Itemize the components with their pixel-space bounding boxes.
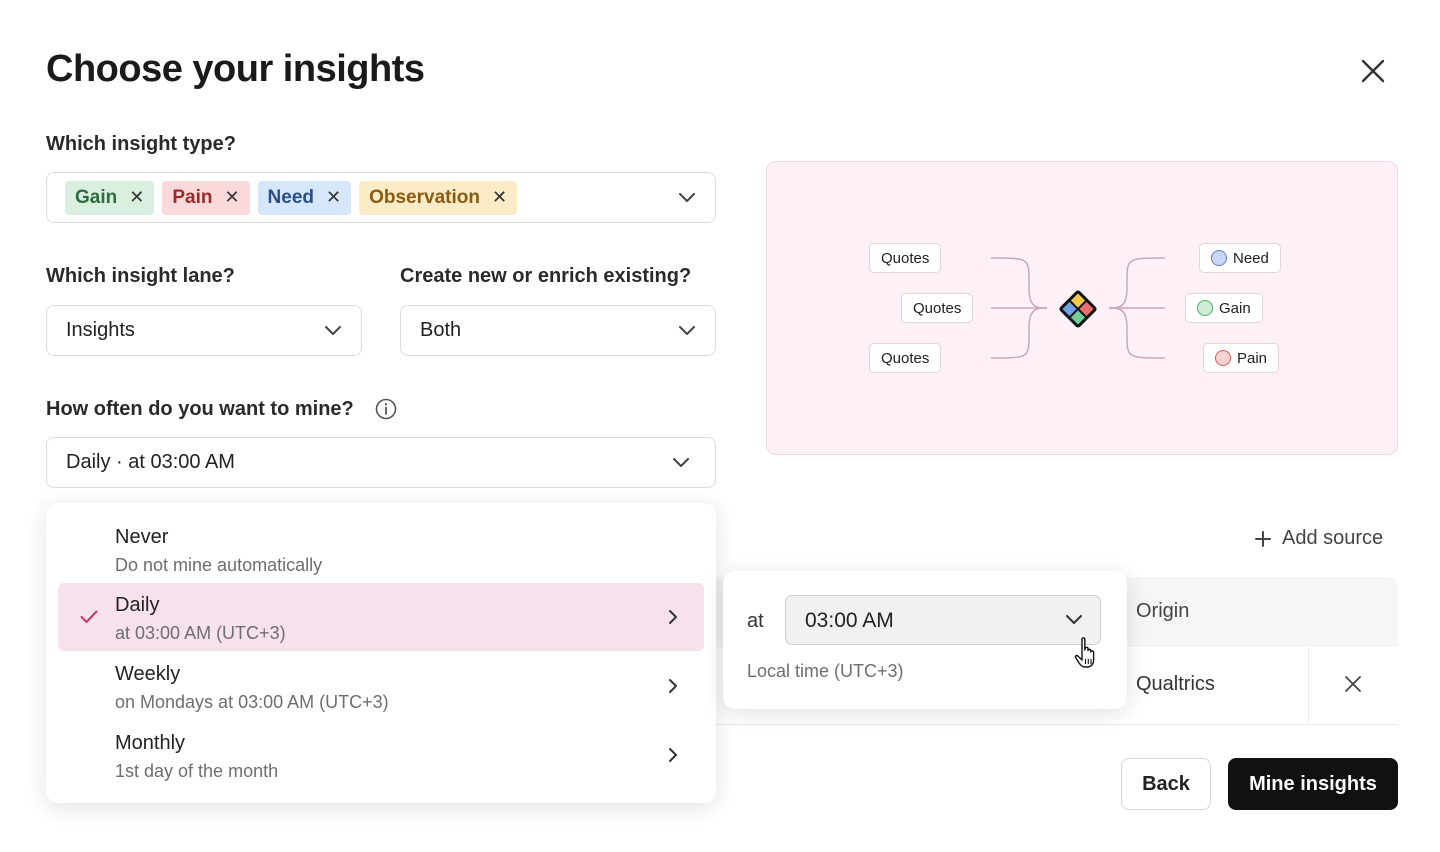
remove-row-icon[interactable] (1344, 675, 1362, 693)
chip-need: Need ✕ (257, 180, 352, 215)
chip-pain: Pain ✕ (162, 180, 250, 215)
at-label: at (747, 610, 764, 632)
back-button[interactable]: Back (1121, 758, 1211, 810)
insight-lane-select[interactable]: Insights (46, 305, 362, 356)
frequency-select[interactable]: Daily · at 03:00 AM (46, 437, 716, 488)
quote-pill: Quotes (869, 243, 942, 273)
close-icon (1361, 59, 1385, 83)
output-label: Pain (1237, 349, 1268, 367)
quote-pill: Quotes (901, 293, 974, 323)
check-icon (80, 610, 98, 623)
remove-chip-icon[interactable]: ✕ (326, 187, 341, 208)
option-title: Weekly (115, 663, 181, 685)
chip-label: Observation (369, 186, 480, 208)
option-title: Never (115, 526, 169, 548)
chevron-down-icon (325, 325, 341, 335)
frequency-dropdown-menu: Never Do not mine automatically Daily at… (46, 503, 716, 803)
chip-label: Pain (172, 186, 213, 208)
option-subtitle: on Mondays at 03:00 AM (UTC+3) (115, 692, 389, 712)
insight-lane-label: Which insight lane? (46, 265, 235, 287)
frequency-label: How often do you want to mine? (46, 398, 354, 420)
add-source-button[interactable]: Add source (1254, 527, 1383, 550)
plus-icon (1255, 530, 1271, 547)
create-or-enrich-label: Create new or enrich existing? (400, 265, 692, 287)
chevron-right-icon (669, 748, 677, 762)
create-or-enrich-value: Both (420, 319, 462, 341)
timezone-note: Local time (UTC+3) (747, 661, 904, 681)
frequency-option-daily[interactable]: Daily at 03:00 AM (UTC+3) (58, 583, 704, 651)
chevron-right-icon (669, 679, 677, 693)
quote-pill: Quotes (869, 343, 942, 373)
mine-insights-button[interactable]: Mine insights (1228, 758, 1398, 810)
insight-type-label: Which insight type? (46, 133, 236, 155)
chip-label: Gain (75, 186, 118, 208)
dialog-title: Choose your insights (46, 48, 425, 90)
time-popover: at 03:00 AM Local time (UTC+3) (723, 571, 1127, 709)
option-subtitle: Do not mine automatically (115, 555, 323, 575)
output-label: Gain (1219, 299, 1251, 317)
output-pill-pain: Pain (1203, 343, 1280, 373)
remove-chip-icon[interactable]: ✕ (224, 187, 239, 208)
chip-gain: Gain ✕ (65, 180, 155, 215)
gain-icon (1197, 300, 1213, 316)
column-origin: Origin (1136, 600, 1190, 622)
remove-chip-icon[interactable]: ✕ (492, 187, 507, 208)
chevron-down-icon (1066, 615, 1082, 624)
time-select[interactable]: 03:00 AM (785, 595, 1101, 645)
pain-icon (1215, 350, 1231, 366)
chip-label: Need (267, 186, 315, 208)
chevron-down-icon (679, 192, 695, 202)
frequency-value: Daily · at 03:00 AM (66, 451, 235, 473)
create-or-enrich-select[interactable]: Both (400, 305, 716, 356)
frequency-option-monthly[interactable]: Monthly 1st day of the month (58, 721, 704, 789)
info-icon[interactable] (375, 398, 397, 420)
origin-cell: Qualtrics (1136, 673, 1215, 695)
insight-lane-value: Insights (66, 319, 135, 341)
logo-icon (1059, 290, 1097, 328)
close-button[interactable] (1356, 54, 1390, 88)
need-icon (1211, 250, 1227, 266)
time-value: 03:00 AM (805, 609, 894, 632)
hand-cursor-icon (1074, 637, 1095, 668)
output-pill-gain: Gain (1185, 293, 1263, 323)
frequency-option-never[interactable]: Never Do not mine automatically (58, 515, 704, 583)
remove-chip-icon[interactable]: ✕ (129, 187, 144, 208)
option-title: Monthly (115, 732, 186, 754)
chevron-right-icon (669, 610, 677, 624)
chevron-down-icon (673, 457, 689, 467)
output-label: Need (1233, 249, 1269, 267)
chevron-down-icon (679, 325, 695, 335)
chip-observation: Observation ✕ (359, 180, 518, 215)
option-subtitle: at 03:00 AM (UTC+3) (115, 623, 286, 643)
insight-type-select[interactable]: Gain ✕ Pain ✕ Need ✕ Observation ✕ (46, 172, 716, 223)
output-pill-need: Need (1199, 243, 1281, 273)
option-title: Daily (115, 594, 160, 616)
cell-divider (1308, 647, 1309, 725)
option-subtitle: 1st day of the month (115, 761, 279, 781)
add-source-label: Add source (1282, 527, 1384, 549)
frequency-option-weekly[interactable]: Weekly on Mondays at 03:00 AM (UTC+3) (58, 652, 704, 720)
insights-preview-panel: Quotes Quotes Quotes Need Gain Pain (766, 161, 1398, 455)
